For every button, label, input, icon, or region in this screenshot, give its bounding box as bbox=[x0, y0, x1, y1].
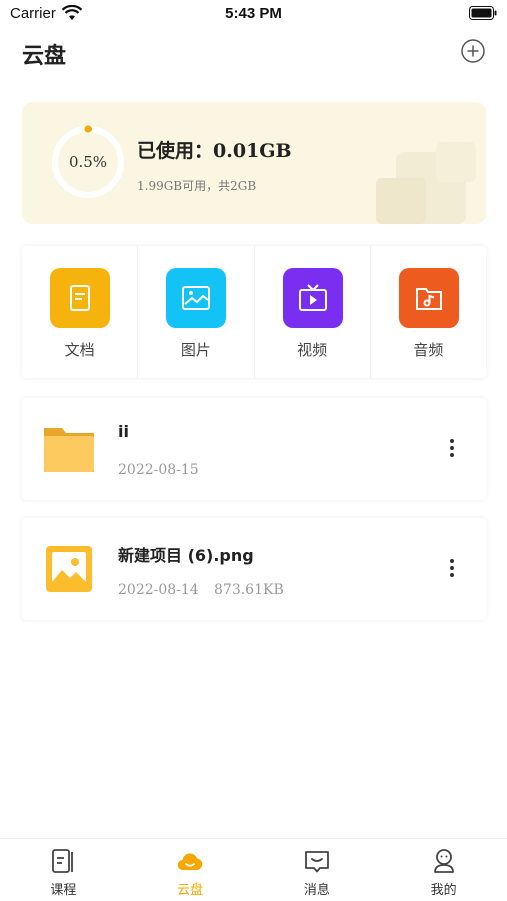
more-icon[interactable] bbox=[442, 436, 462, 460]
video-icon bbox=[298, 284, 327, 311]
category-tile bbox=[50, 268, 110, 328]
message-icon bbox=[304, 851, 329, 873]
storage-card: 0.5% 已使用：0.01GB 1.99GB可用，共2GB bbox=[22, 102, 486, 224]
category-tile bbox=[282, 268, 343, 328]
tab-bar: 课程 云盘 消息 我的 bbox=[0, 838, 507, 901]
cloud-icon bbox=[177, 853, 203, 871]
file-name: ii bbox=[118, 422, 129, 441]
category-images[interactable]: 图片 bbox=[138, 246, 255, 378]
tab-label: 课程 bbox=[50, 883, 77, 898]
available-storage: 1.99GB可用，共2GB bbox=[137, 179, 257, 193]
tab-label: 我的 bbox=[430, 883, 457, 898]
file-row[interactable]: ii 2022-08-15 bbox=[22, 398, 486, 500]
tab-profile[interactable]: 我的 bbox=[380, 839, 507, 901]
used-storage: 已使用：0.01GB bbox=[137, 136, 292, 163]
category-label: 音频 bbox=[413, 341, 444, 359]
category-documents[interactable]: 文档 bbox=[22, 246, 139, 378]
image-icon bbox=[182, 286, 211, 310]
used-value: 0.01GB bbox=[213, 140, 292, 162]
decorative-illustration bbox=[376, 142, 476, 224]
file-size: 873.61KB bbox=[214, 582, 284, 598]
page-title: 云盘 bbox=[22, 44, 67, 69]
category-label: 文档 bbox=[64, 341, 95, 359]
category-tile bbox=[398, 268, 459, 328]
category-videos[interactable]: 视频 bbox=[255, 246, 371, 378]
folder-icon bbox=[44, 428, 94, 472]
tab-courses[interactable]: 课程 bbox=[0, 839, 127, 901]
tab-label: 云盘 bbox=[177, 883, 204, 898]
category-label: 视频 bbox=[297, 341, 328, 359]
document-icon bbox=[70, 285, 90, 311]
tab-messages[interactable]: 消息 bbox=[254, 839, 381, 901]
category-grid: 文档 图片 视频 音频 bbox=[22, 246, 486, 378]
status-bar: Carrier 5:43 PM bbox=[0, 0, 507, 30]
more-icon[interactable] bbox=[442, 556, 462, 580]
audio-folder-icon bbox=[415, 288, 442, 310]
file-date: 2022-08-14 bbox=[118, 582, 199, 598]
image-file-icon bbox=[46, 546, 92, 592]
category-audio[interactable]: 音频 bbox=[371, 246, 486, 378]
course-icon bbox=[52, 849, 74, 873]
file-name: 新建项目 (6).png bbox=[118, 546, 254, 565]
category-label: 图片 bbox=[180, 341, 211, 359]
tab-label: 消息 bbox=[303, 883, 330, 898]
battery-icon bbox=[469, 6, 497, 20]
category-tile bbox=[166, 268, 227, 328]
file-date: 2022-08-15 bbox=[118, 462, 199, 478]
used-label: 已使用： bbox=[137, 140, 214, 162]
usage-percent: 0.5% bbox=[68, 153, 108, 171]
file-row[interactable]: 新建项目 (6).png 2022-08-14 873.61KB bbox=[22, 518, 486, 620]
profile-icon bbox=[433, 849, 454, 873]
clock: 5:43 PM bbox=[225, 5, 282, 22]
plus-circle-icon[interactable] bbox=[461, 39, 485, 63]
tab-cloud[interactable]: 云盘 bbox=[127, 839, 254, 901]
